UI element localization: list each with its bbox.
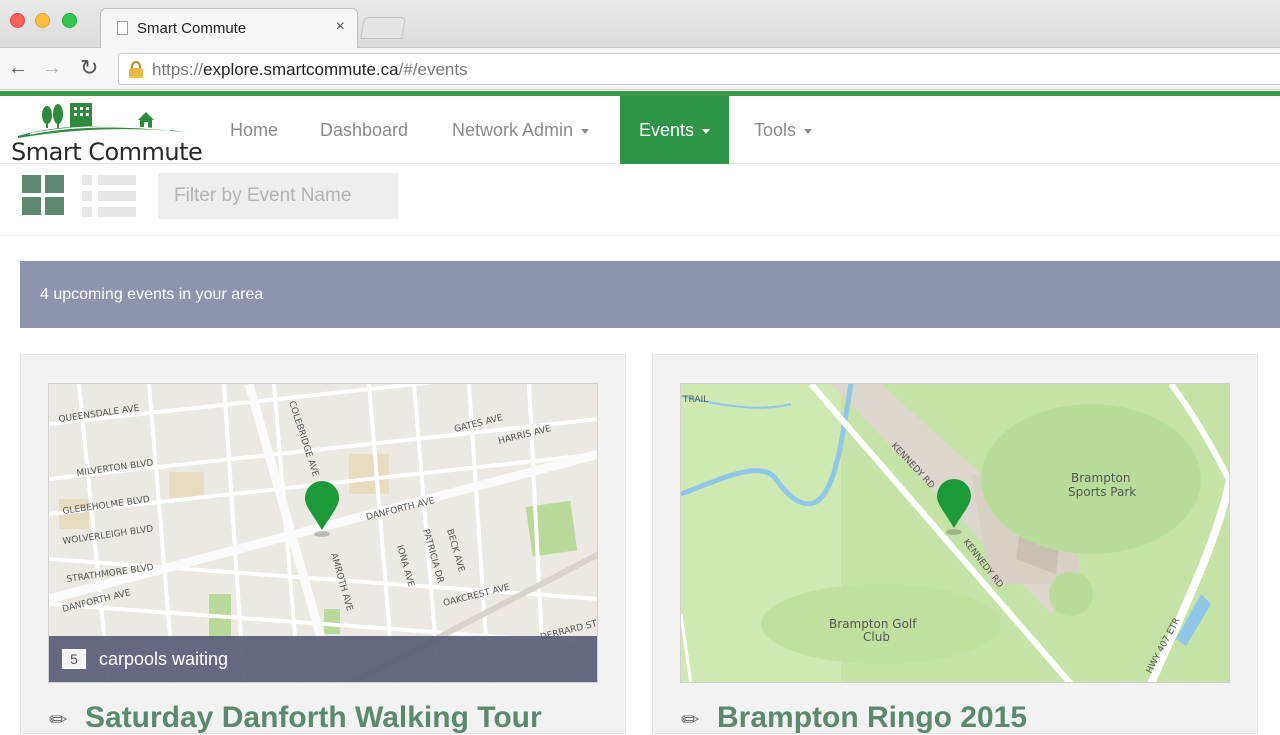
- page-icon: [117, 21, 128, 35]
- map-label: Brampton Golf: [829, 617, 917, 631]
- smart-commute-logo[interactable]: Smart Commute: [10, 100, 203, 166]
- logo-text: Smart Commute: [11, 138, 203, 166]
- map-label: TRAIL: [682, 395, 708, 405]
- browser-tab-strip: Smart Commute ×: [0, 0, 1280, 48]
- nav-home[interactable]: Home: [230, 96, 278, 164]
- back-arrow-icon[interactable]: ←: [8, 57, 28, 79]
- grid-view-icon[interactable]: [22, 175, 66, 217]
- carpools-count-badge: 5: [62, 649, 86, 669]
- maximize-window-button[interactable]: [62, 13, 77, 28]
- nav-events[interactable]: Events: [620, 96, 730, 164]
- map-label: Brampton: [1071, 471, 1130, 485]
- close-tab-icon[interactable]: ×: [336, 18, 345, 36]
- event-map[interactable]: Brampton Sports Park Brampton Golf Club …: [680, 383, 1230, 683]
- browser-tab[interactable]: Smart Commute ×: [100, 8, 358, 48]
- chevron-down-icon: [581, 128, 590, 134]
- browser-toolbar: ← → ↻ https://explore.smartcommute.ca/#/…: [0, 48, 1280, 90]
- map-label: Sports Park: [1068, 485, 1136, 499]
- reload-icon[interactable]: ↻: [80, 57, 98, 79]
- nav-network-admin[interactable]: Network Admin: [452, 96, 590, 164]
- event-title[interactable]: ✏ Brampton Ringo 2015: [681, 701, 1027, 735]
- forward-arrow-icon[interactable]: →: [42, 57, 62, 79]
- nav-dashboard[interactable]: Dashboard: [320, 96, 408, 164]
- view-toolbar: [0, 164, 1280, 236]
- address-bar[interactable]: https://explore.smartcommute.ca/#/events: [118, 53, 1280, 85]
- url-text: https://explore.smartcommute.ca/#/events: [152, 60, 468, 79]
- tag-icon: ✏: [681, 707, 700, 733]
- minimize-window-button[interactable]: [35, 13, 50, 28]
- event-map[interactable]: QUEENSDALE AVE MILVERTON BLVD GLEBEHOLME…: [48, 383, 598, 683]
- chevron-down-icon: [702, 128, 711, 134]
- nav-tools[interactable]: Tools: [754, 96, 813, 164]
- app-navbar: Smart Commute Home Dashboard Network Adm…: [0, 96, 1280, 166]
- chevron-down-icon: [804, 128, 813, 134]
- new-tab-button[interactable]: [360, 17, 406, 39]
- map-label: Club: [863, 630, 890, 644]
- event-card[interactable]: QUEENSDALE AVE MILVERTON BLVD GLEBEHOLME…: [20, 354, 626, 734]
- list-view-icon[interactable]: [82, 175, 138, 217]
- event-card[interactable]: Brampton Sports Park Brampton Golf Club …: [652, 354, 1258, 734]
- lock-icon: [128, 61, 144, 78]
- carpools-label: carpools waiting: [99, 649, 229, 669]
- event-title[interactable]: ✏ Saturday Danforth Walking Tour: [49, 701, 542, 735]
- filter-event-name-input[interactable]: [158, 173, 398, 219]
- tag-icon: ✏: [49, 707, 68, 733]
- upcoming-events-banner: 4 upcoming events in your area: [20, 261, 1280, 328]
- carpools-waiting-bar: 5 carpools waiting: [49, 636, 597, 682]
- close-window-button[interactable]: [10, 13, 25, 28]
- tab-title: Smart Commute: [137, 20, 247, 37]
